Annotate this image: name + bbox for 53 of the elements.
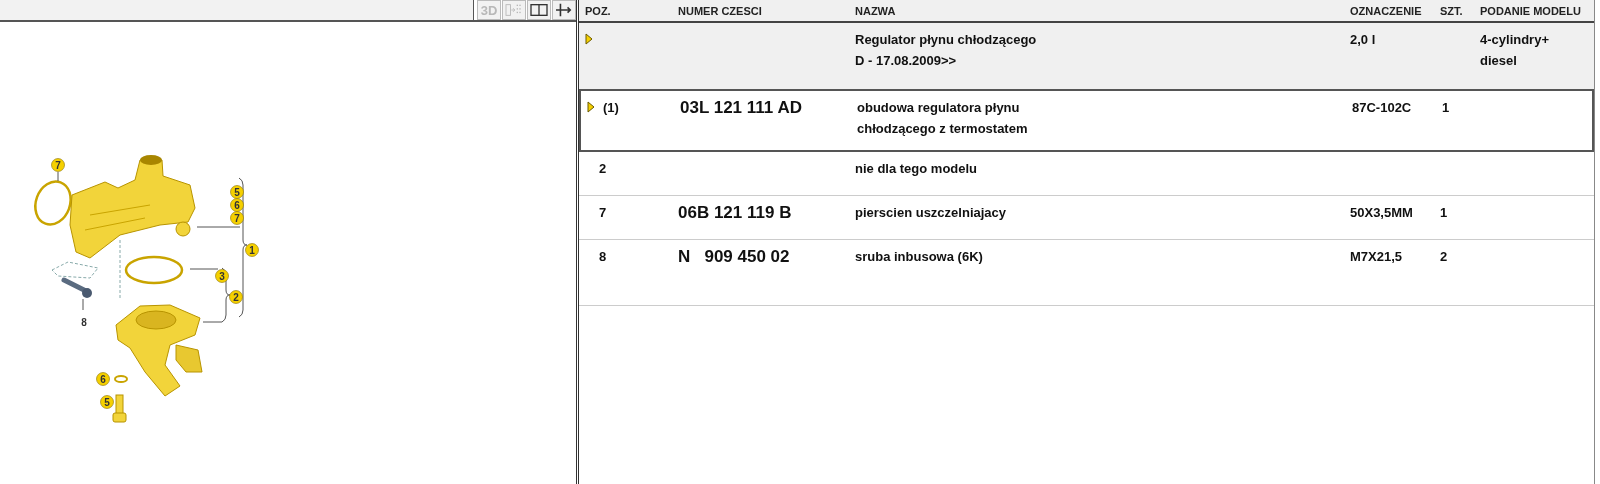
callout-number: 2 <box>229 290 243 304</box>
column-header[interactable]: NUMER CZESCI <box>672 4 849 17</box>
column-header[interactable]: PODANIE MODELU <box>1474 4 1594 17</box>
leader-line <box>202 321 223 323</box>
callout-number: 5 <box>100 395 114 409</box>
position-number: 8 <box>598 248 607 266</box>
quantity: 1 <box>1442 100 1450 115</box>
arrow-button[interactable] <box>552 0 576 20</box>
screw-drawing <box>112 394 127 423</box>
part-number: N 909 450 02 <box>678 247 790 266</box>
quantity: 1 <box>1440 205 1448 220</box>
callout-number: 7 <box>230 211 244 225</box>
callout-number: 1 <box>245 243 259 257</box>
expand-arrow-icon[interactable] <box>585 33 593 45</box>
designation: M7X21,5 <box>1350 249 1403 264</box>
callout-number: 7 <box>51 158 65 172</box>
part-number: 06B 121 119 B <box>678 203 792 222</box>
part-name: sruba inbusowa (6K) <box>855 249 983 264</box>
model-info: 4-cylindry+ diesel <box>1480 32 1549 68</box>
leader-line <box>82 298 84 311</box>
o-ring-drawing <box>34 180 72 226</box>
callout-number: 8 <box>81 316 87 328</box>
column-header[interactable]: OZNACZENIE <box>1344 4 1434 17</box>
leader-line <box>196 226 241 228</box>
brace-line <box>221 267 231 323</box>
group-row[interactable]: Regulator płynu chłodzącego D - 17.08.2009>> 2,0 l 4-cylindry+ diesel <box>579 23 1594 89</box>
selected-row[interactable]: (1) 03L 121 111 AD obudowa regulatora płynu chłodzącego z termostatem 87C-102C 1 <box>579 89 1594 152</box>
designation: 2,0 l <box>1350 32 1376 47</box>
split-view-button[interactable] <box>527 0 551 20</box>
position-number: 7 <box>598 204 607 222</box>
leader-line <box>57 171 59 182</box>
expand-arrow-icon[interactable] <box>587 101 595 113</box>
column-header[interactable]: NAZWA <box>849 4 1344 17</box>
callout-number: 3 <box>215 269 229 283</box>
part-name: pierscien uszczelniajacy <box>855 205 1007 220</box>
position-number: (1) <box>603 99 619 117</box>
bolt-drawing <box>61 277 92 298</box>
callout-number: 5 <box>230 185 244 199</box>
o-ring-drawing <box>124 255 184 285</box>
part-number: 03L 121 111 AD <box>680 98 802 117</box>
column-header[interactable]: POZ. <box>579 4 672 17</box>
callout-number: 6 <box>230 198 244 212</box>
leader-line <box>189 268 219 270</box>
washer-drawing <box>114 375 128 383</box>
part-name: nie dla tego modelu <box>855 161 978 176</box>
designation: 50X3,5MM <box>1350 205 1413 220</box>
part-name: Regulator płynu chłodzącego D - 17.08.2009>> <box>855 32 1037 68</box>
position-number: 2 <box>598 160 607 178</box>
part-name: obudowa regulatora płynu chłodzącego z termostatem <box>857 100 1028 136</box>
column-header[interactable]: SZT. <box>1434 4 1474 17</box>
callout-number: 6 <box>96 372 110 386</box>
designation: 87C-102C <box>1352 100 1412 115</box>
quantity: 2 <box>1440 249 1448 264</box>
